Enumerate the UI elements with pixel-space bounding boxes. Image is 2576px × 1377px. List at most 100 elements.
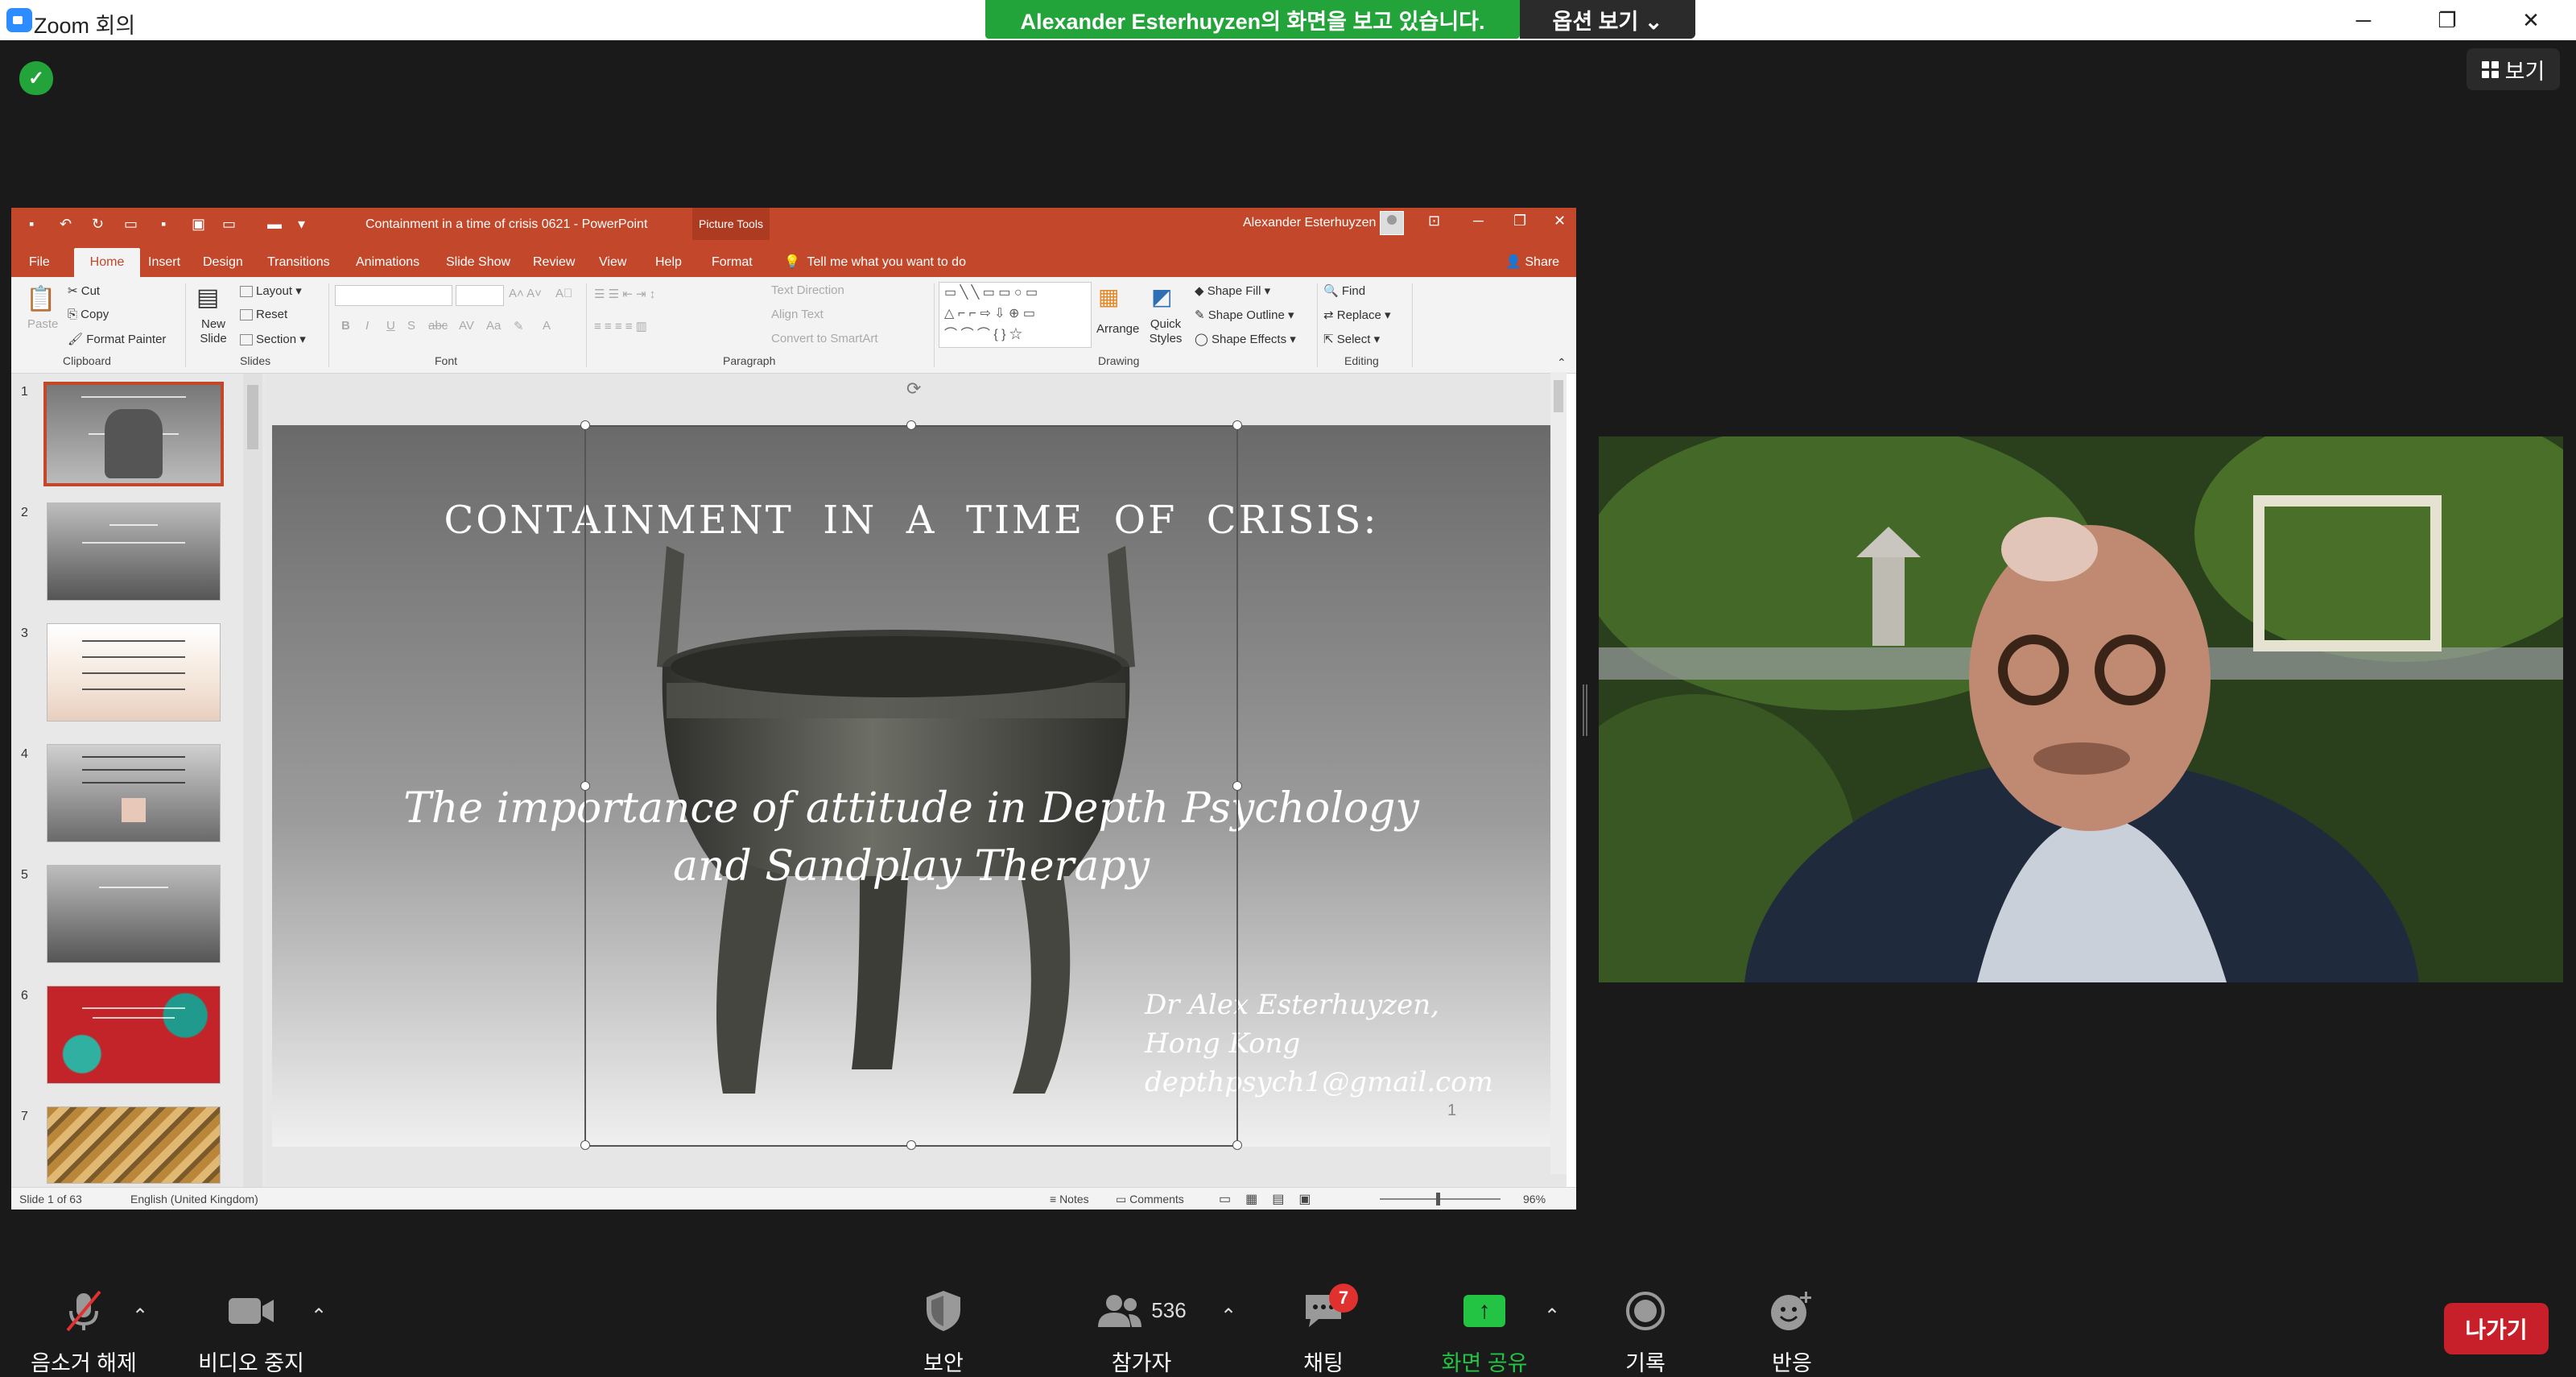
underline-icon[interactable]: U	[386, 319, 395, 333]
save-icon[interactable]: ▪	[29, 216, 34, 233]
slide-thumbnail-2[interactable]	[47, 502, 221, 601]
font-size-field[interactable]	[456, 285, 504, 306]
font-grow-icon[interactable]: A˄ A˅	[509, 287, 542, 300]
slide-title[interactable]: CONTAINMENT IN A TIME OF CRISIS:	[272, 498, 1550, 543]
participant-video[interactable]	[1599, 436, 2563, 982]
save-copy-icon[interactable]: ▪	[161, 216, 166, 233]
zoom-slider[interactable]	[1380, 1198, 1501, 1200]
view-button[interactable]: 보기	[2467, 48, 2560, 90]
ppt-close-icon[interactable]: ✕	[1554, 213, 1566, 229]
resize-handle[interactable]	[906, 420, 916, 430]
zoom-level[interactable]: 96%	[1523, 1193, 1546, 1205]
undo-icon[interactable]: ↶	[60, 216, 72, 233]
tell-me-search[interactable]: 💡 Tell me what you want to do	[784, 248, 966, 277]
open-icon[interactable]: ▬	[267, 216, 282, 233]
bold-icon[interactable]: B	[341, 319, 350, 333]
reset-button[interactable]: Reset	[240, 308, 287, 321]
collapse-ribbon-icon[interactable]: ⌃	[1557, 356, 1567, 370]
arrange-button[interactable]: Arrange	[1096, 322, 1139, 336]
italic-icon[interactable]: I	[365, 319, 369, 333]
section-button[interactable]: Section ▾	[240, 332, 306, 346]
user-avatar-icon[interactable]	[1380, 211, 1404, 235]
tab-design[interactable]: Design	[203, 248, 243, 277]
view-mode-icons[interactable]: ▭▦▤▣	[1219, 1191, 1325, 1207]
notes-button[interactable]: ≡ Notes	[1050, 1193, 1089, 1205]
layout-icon[interactable]: ▭	[222, 216, 236, 233]
paste-icon[interactable]: ▣	[192, 216, 205, 233]
resize-handle[interactable]	[906, 1140, 916, 1150]
leave-button[interactable]: 나가기	[2444, 1303, 2549, 1354]
tab-help[interactable]: Help	[655, 248, 682, 277]
shape-outline-button[interactable]: ✎ Shape Outline ▾	[1195, 308, 1294, 322]
ppt-user-name[interactable]: Alexander Esterhuyzen	[1243, 216, 1376, 230]
tab-home[interactable]: Home	[74, 248, 140, 277]
share-options-caret-icon[interactable]: ⌃	[1536, 1300, 1568, 1332]
slide-thumbnail-5[interactable]	[47, 865, 221, 963]
audio-options-caret-icon[interactable]: ⌃	[124, 1300, 156, 1332]
language[interactable]: English (United Kingdom)	[130, 1193, 258, 1205]
zoom-slider-thumb[interactable]	[1436, 1193, 1440, 1205]
paste-button[interactable]: Paste	[27, 317, 58, 331]
comments-button[interactable]: ▭ Comments	[1116, 1193, 1184, 1206]
share-screen-button[interactable]: ↑ 화면 공유	[1412, 1263, 1557, 1377]
slide-thumbnail-6[interactable]	[47, 986, 221, 1084]
tab-file[interactable]: File	[29, 248, 50, 277]
copy-button[interactable]: ⎘ Copy	[68, 308, 109, 321]
change-case-icon[interactable]: Aa	[486, 319, 501, 333]
reactions-button[interactable]: 반응	[1719, 1263, 1864, 1377]
ppt-minimize-icon[interactable]: ─	[1473, 213, 1484, 229]
new-slide-button[interactable]: New Slide	[193, 317, 233, 346]
format-painter-button[interactable]: 🖌 Format Painter	[68, 332, 166, 346]
present-icon[interactable]: ▭	[124, 216, 138, 233]
text-direction-button[interactable]: Text Direction	[771, 283, 844, 297]
redo-icon[interactable]: ↻	[92, 216, 104, 233]
tab-animations[interactable]: Animations	[356, 248, 419, 277]
video-options-caret-icon[interactable]: ⌃	[303, 1300, 335, 1332]
strikethrough-icon[interactable]: abc	[428, 319, 448, 333]
tab-review[interactable]: Review	[533, 248, 575, 277]
split-drag-handle[interactable]	[1583, 684, 1587, 736]
arrange-icon[interactable]: ▦	[1098, 283, 1119, 310]
tab-slide-show[interactable]: Slide Show	[446, 248, 510, 277]
tab-view[interactable]: View	[599, 248, 626, 277]
tab-format[interactable]: Format	[712, 248, 753, 277]
tab-insert[interactable]: Insert	[148, 248, 180, 277]
clear-format-icon[interactable]: A⃠	[555, 287, 572, 300]
ppt-restore-icon[interactable]: ❐	[1513, 213, 1526, 229]
paste-large-icon[interactable]: 📋	[26, 285, 56, 313]
thumbnail-scrollbar[interactable]	[243, 374, 262, 1187]
char-spacing-icon[interactable]: AV	[459, 319, 474, 333]
ppt-share-button[interactable]: 👤 Share	[1505, 248, 1559, 277]
shadow-icon[interactable]: S	[407, 319, 415, 333]
close-icon[interactable]: ✕	[2489, 0, 2573, 40]
replace-button[interactable]: ⇄ Replace ▾	[1323, 308, 1391, 322]
slide-subtitle[interactable]: The importance of attitude in Depth Psyc…	[272, 779, 1550, 895]
font-color-icon[interactable]: A	[543, 319, 551, 333]
stop-video-button[interactable]: 비디오 중지	[179, 1263, 324, 1377]
resize-handle[interactable]	[580, 781, 590, 791]
slide-thumbnail-3[interactable]	[47, 623, 221, 722]
record-button[interactable]: 기록	[1573, 1263, 1718, 1377]
slide-vertical-scrollbar[interactable]	[1550, 372, 1567, 1174]
align-text-button[interactable]: Align Text	[771, 308, 824, 321]
tab-transitions[interactable]: Transitions	[267, 248, 330, 277]
shape-effects-button[interactable]: ◯ Shape Effects ▾	[1195, 332, 1296, 346]
resize-handle[interactable]	[1232, 781, 1242, 791]
chat-button[interactable]: 채팅	[1251, 1263, 1396, 1377]
resize-handle[interactable]	[580, 1140, 590, 1150]
encryption-shield-icon[interactable]: ✓	[19, 61, 53, 95]
convert-smartart-button[interactable]: Convert to SmartArt	[771, 332, 878, 345]
bullets-icon[interactable]: ☰ ☰ ⇤ ⇥ ↕	[594, 287, 655, 301]
quick-styles-button[interactable]: Quick Styles	[1143, 317, 1188, 346]
slide-thumbnail-1[interactable]	[43, 382, 224, 486]
customize-icon[interactable]: ▾	[298, 216, 305, 233]
find-button[interactable]: 🔍 Find	[1323, 283, 1365, 298]
shapes-gallery[interactable]: ▭ ╲ ╲ ▭ ▭ ○ ▭ △ ⌐ ⌐ ⇨ ⇩ ⊕ ▭ ⌒ ⌒ ⌒ { } ☆	[939, 282, 1092, 348]
resize-handle[interactable]	[580, 420, 590, 430]
security-button[interactable]: 보안	[871, 1263, 1016, 1377]
rotate-handle-icon[interactable]: ⟳	[906, 378, 923, 399]
slide-canvas[interactable]: CONTAINMENT IN A TIME OF CRISIS: The imp…	[272, 420, 1550, 1150]
slide-thumbnail-4[interactable]	[47, 744, 221, 842]
resize-handle[interactable]	[1232, 420, 1242, 430]
minimize-icon[interactable]: ─	[2322, 0, 2405, 40]
